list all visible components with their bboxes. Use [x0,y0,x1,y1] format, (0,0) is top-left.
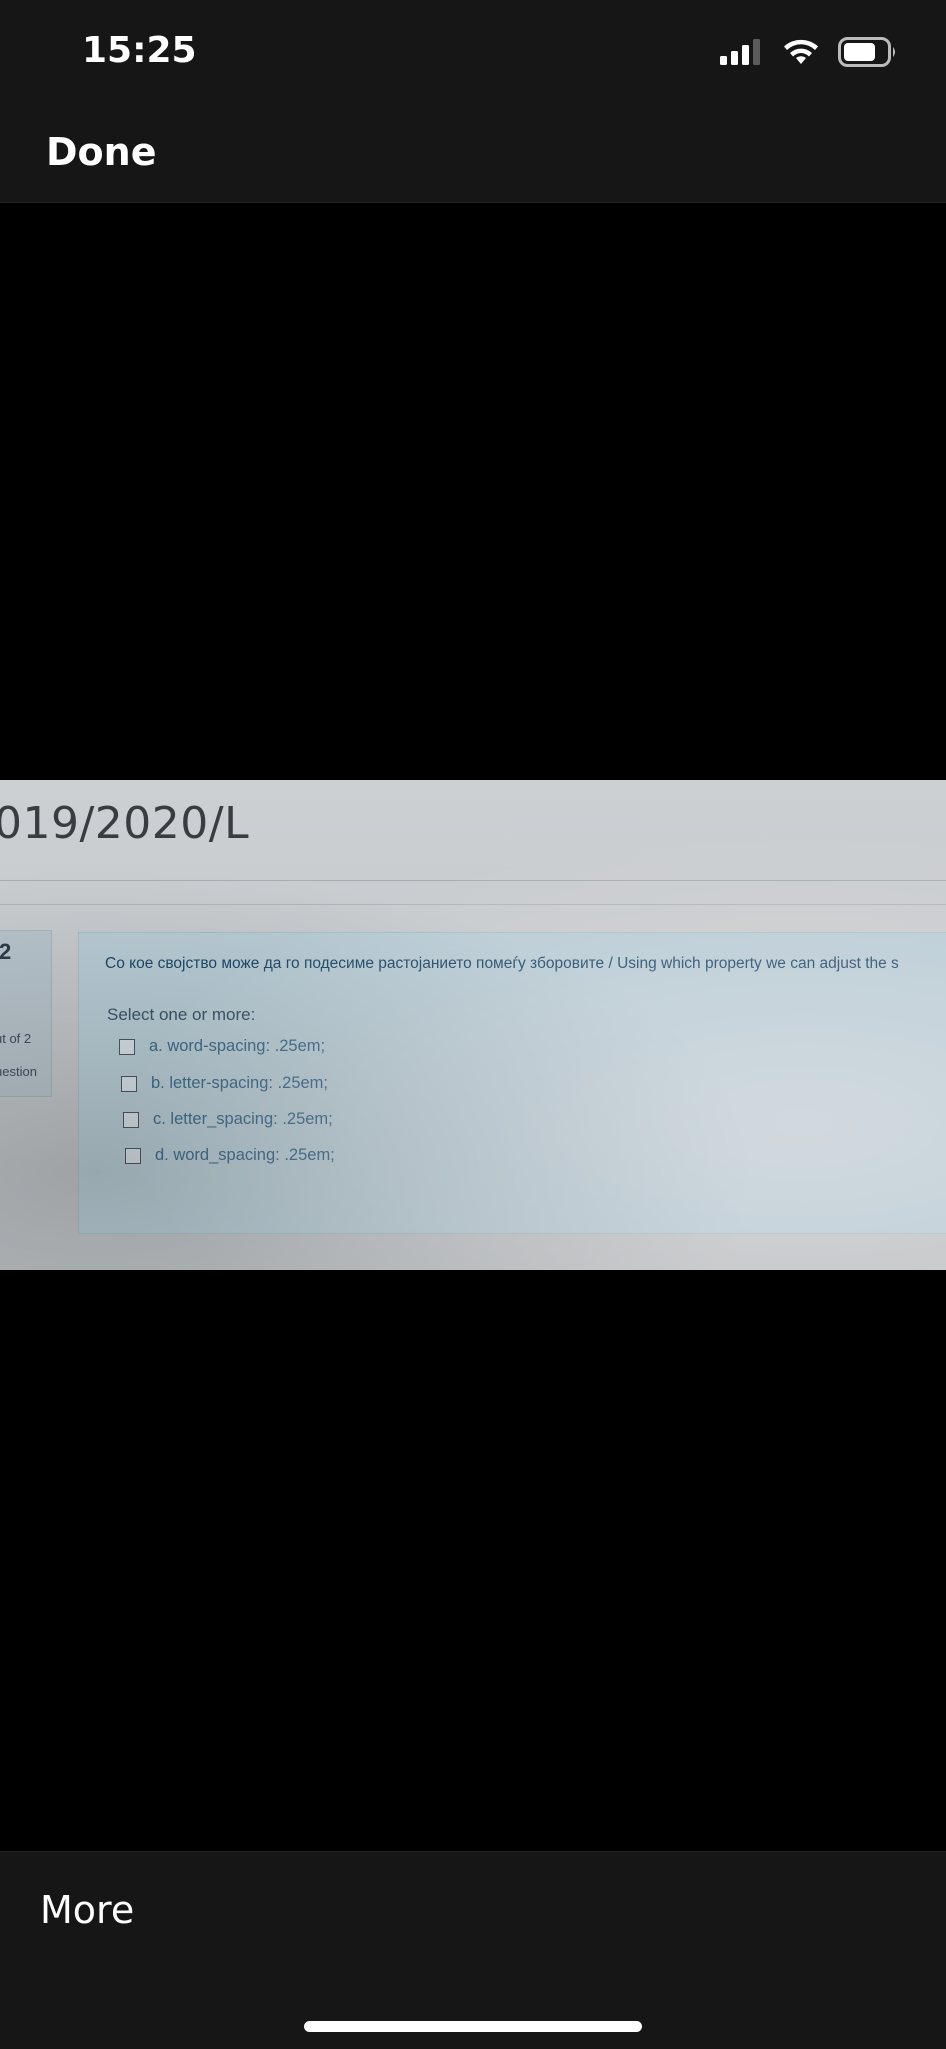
bottom-toolbar: More [0,1851,946,2049]
option-label: d. word_spacing: .25em; [155,1146,335,1164]
photo-viewer[interactable]: 019/2020/L 2 ut of 2 uestion Со кое свој… [0,203,946,1851]
option-d: d. word_spacing: .25em; [125,1146,335,1165]
status-time: 15:25 [82,30,197,71]
question-text: Со кое својство може да го подесиме раст… [105,955,899,972]
option-label: a. word-spacing: .25em; [149,1037,326,1055]
signal-bars-icon [720,39,760,65]
checkbox [125,1147,141,1164]
option-label: c. letter_spacing: .25em; [153,1110,333,1128]
done-button[interactable]: Done [46,130,156,174]
question-flag-text: uestion [0,1064,37,1079]
photo-image: 019/2020/L 2 ut of 2 uestion Со кое свој… [0,780,946,1270]
option-label: b. letter-spacing: .25em; [151,1074,329,1092]
battery-icon [838,37,895,67]
option-c: c. letter_spacing: .25em; [123,1110,333,1129]
home-indicator[interactable] [304,2021,642,2032]
status-bar: 15:25 [0,0,946,106]
divider [0,904,946,905]
checkbox [119,1038,135,1055]
question-info-panel: 2 ut of 2 uestion [0,930,52,1097]
option-a: a. word-spacing: .25em; [119,1037,325,1056]
question-box: Со кое својство може да го подесиме раст… [78,932,946,1234]
question-mark-text: ut of 2 [0,1031,32,1046]
option-b: b. letter-spacing: .25em; [121,1074,328,1093]
top-nav-bar: Done [0,106,946,203]
course-title: 019/2020/L [0,798,250,849]
wifi-icon [784,39,818,64]
select-prompt: Select one or more: [107,1005,256,1024]
checkbox [121,1075,137,1092]
more-button[interactable]: More [40,1888,134,1932]
divider [0,880,946,881]
status-icons [720,34,898,70]
checkbox [123,1111,139,1128]
question-number: 2 [0,939,12,964]
